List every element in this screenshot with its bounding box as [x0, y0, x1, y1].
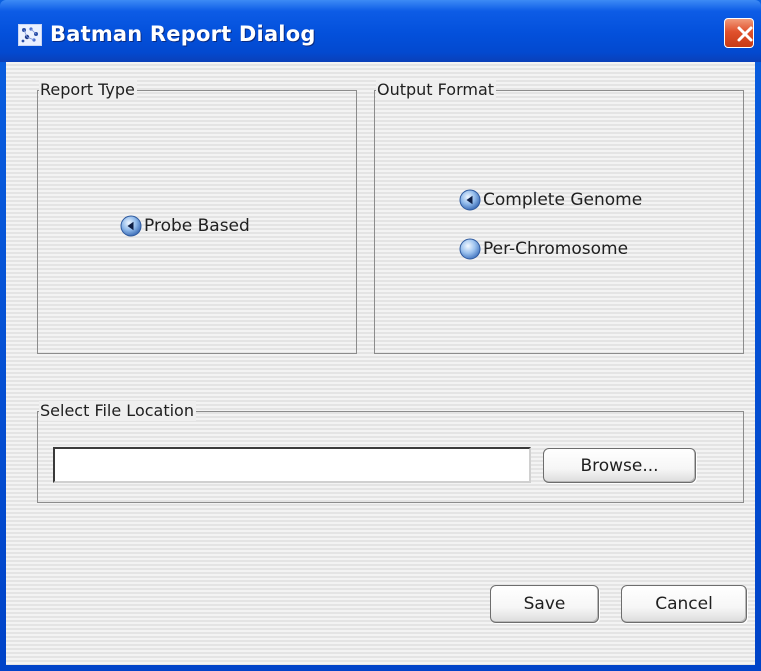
radio-probe-based[interactable]: Probe Based [120, 215, 250, 237]
radio-selected-icon [459, 189, 481, 211]
radio-unselected-icon [459, 238, 481, 260]
per-chromosome-label: Per-Chromosome [483, 239, 629, 259]
file-path-input[interactable] [53, 447, 531, 483]
radio-selected-icon [120, 215, 142, 237]
radio-per-chromosome[interactable]: Per-Chromosome [459, 238, 628, 260]
dialog-body: Report Type Probe Based Output Format Co… [6, 62, 755, 665]
probe-based-label: Probe Based [144, 216, 250, 236]
file-location-label: Select File Location [39, 401, 196, 421]
dialog-window: Batman Report Dialog Report Type Probe B… [0, 0, 761, 671]
close-button[interactable] [724, 18, 754, 48]
complete-genome-label: Complete Genome [483, 190, 643, 210]
app-icon [18, 24, 42, 46]
report-type-label: Report Type [39, 80, 137, 100]
output-format-label: Output Format [376, 80, 497, 100]
window-title: Batman Report Dialog [50, 22, 316, 46]
browse-button[interactable]: Browse... [543, 448, 696, 483]
close-icon [737, 26, 753, 42]
title-bar[interactable]: Batman Report Dialog [0, 0, 761, 62]
radio-complete-genome[interactable]: Complete Genome [459, 189, 642, 211]
output-format-group: Output Format Complete Genome Per-Chromo… [374, 80, 744, 354]
report-type-group: Report Type Probe Based [37, 80, 357, 354]
cancel-button[interactable]: Cancel [621, 585, 747, 623]
save-button[interactable]: Save [490, 585, 599, 623]
